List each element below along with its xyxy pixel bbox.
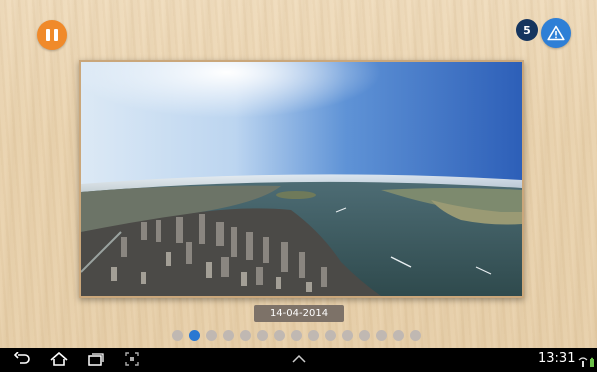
page-dot[interactable] [172, 329, 183, 341]
page-dot[interactable] [206, 329, 217, 341]
home-icon[interactable] [50, 351, 68, 367]
page-dot-active[interactable] [189, 329, 200, 341]
pause-icon [46, 29, 50, 41]
back-icon[interactable] [14, 351, 30, 367]
recents-icon[interactable] [88, 351, 104, 367]
system-navigation-bar: 13:31 [0, 348, 597, 370]
page-indicator [172, 329, 421, 341]
clock: 13:31 [538, 351, 576, 366]
page-dot[interactable] [325, 329, 336, 341]
wifi-icon [578, 357, 588, 367]
page-dot[interactable] [410, 329, 421, 341]
alert-button[interactable] [541, 18, 571, 48]
page-dot[interactable] [376, 329, 387, 341]
photo-date-label: 14-04-2014 [254, 305, 344, 322]
page-dot[interactable] [393, 329, 404, 341]
page-dot[interactable] [257, 329, 268, 341]
status-icons [578, 353, 596, 372]
page-dot[interactable] [291, 329, 302, 341]
page-dot[interactable] [274, 329, 285, 341]
page-dot[interactable] [223, 329, 234, 341]
battery-icon [590, 357, 594, 367]
page-dot[interactable] [359, 329, 370, 341]
aerial-city-photo[interactable] [79, 60, 524, 298]
chevron-up-icon[interactable] [292, 351, 306, 367]
page-dot[interactable] [308, 329, 319, 341]
warning-triangle-icon [547, 25, 565, 41]
pause-button[interactable] [37, 20, 67, 50]
notification-count-badge: 5 [516, 19, 538, 41]
photo-image [81, 62, 522, 296]
screenshot-icon[interactable] [125, 351, 139, 367]
app-screen: 5 14-04-2014 [0, 0, 597, 348]
page-dot[interactable] [240, 329, 251, 341]
page-dot[interactable] [342, 329, 353, 341]
